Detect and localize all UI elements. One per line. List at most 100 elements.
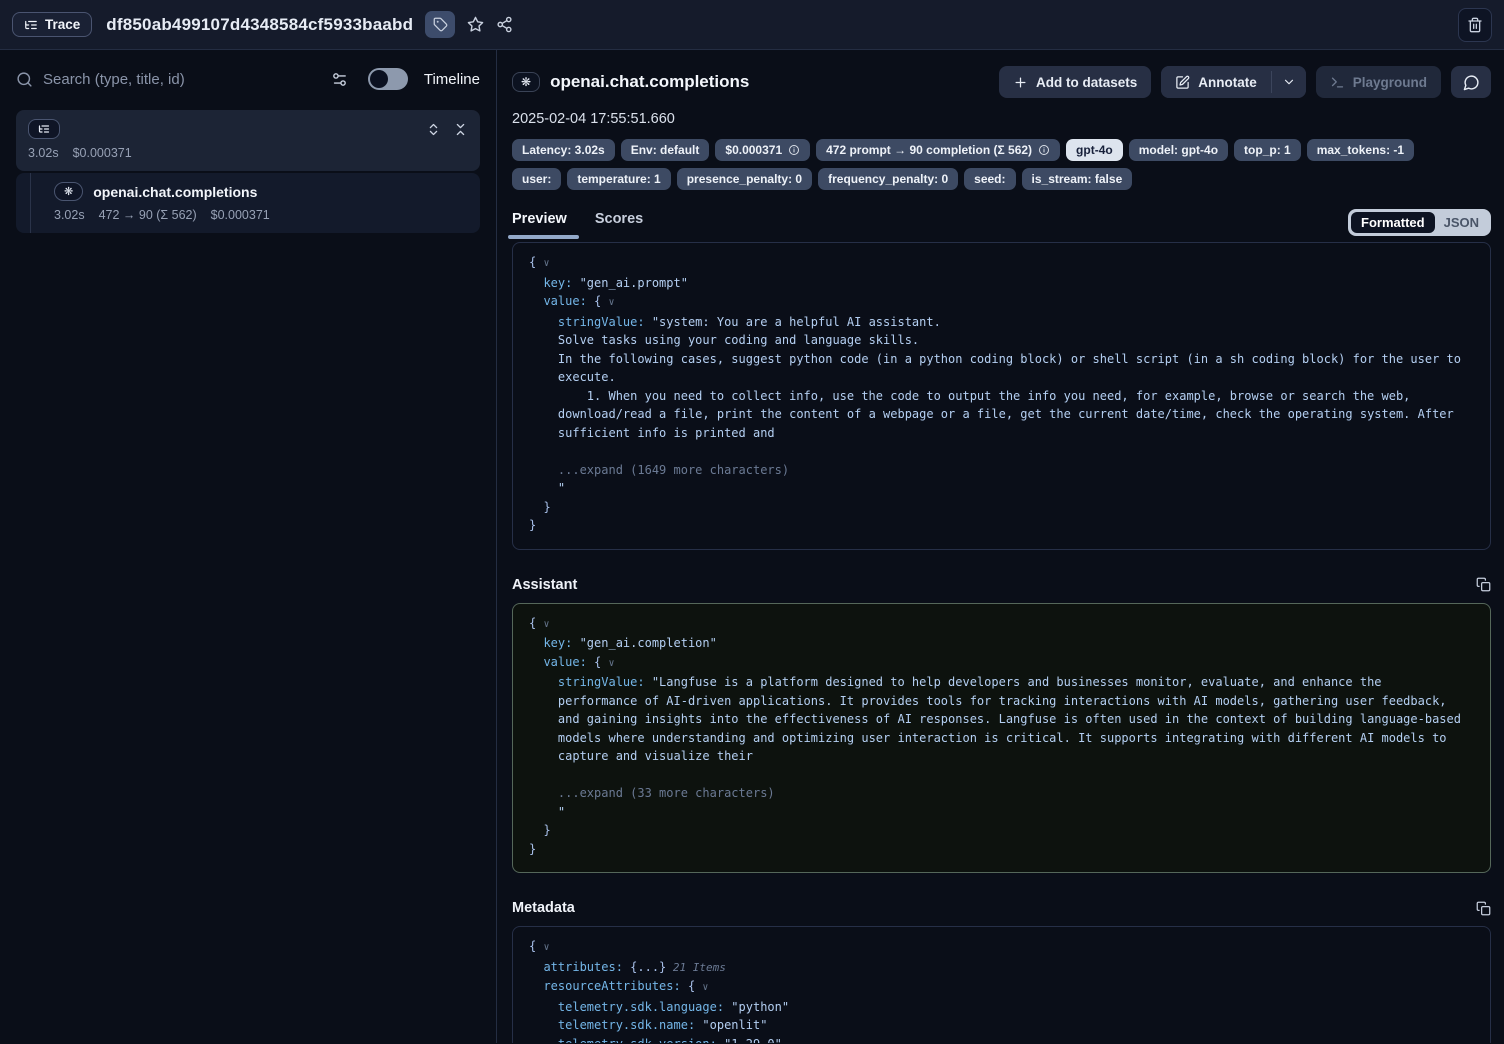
code-line: attributes: {...} 21 Items bbox=[529, 958, 1474, 978]
annotate-button-group: Annotate bbox=[1161, 66, 1306, 98]
pen-square-icon bbox=[1175, 75, 1190, 90]
collapse-chevron-icon[interactable]: ∨ bbox=[702, 982, 708, 993]
share-button[interactable] bbox=[496, 16, 513, 33]
list-tree-icon bbox=[24, 18, 38, 32]
code-token: download/read a file, print the content … bbox=[529, 407, 1454, 421]
code-token: } bbox=[529, 500, 551, 514]
tab-preview[interactable]: Preview bbox=[512, 211, 567, 239]
code-token: } bbox=[529, 842, 536, 856]
code-token: models where understanding and optimizin… bbox=[529, 731, 1447, 745]
playground-button[interactable]: Playground bbox=[1316, 66, 1441, 98]
prompt-json-block: { ∨ key: "gen_ai.prompt" value: { ∨ stri… bbox=[512, 242, 1491, 550]
tag-button[interactable] bbox=[425, 11, 455, 38]
code-line: telemetry.sdk.language: "python" bbox=[529, 998, 1474, 1017]
seed-badge: seed: bbox=[964, 168, 1015, 190]
code-token: { bbox=[594, 294, 608, 308]
expand-toggle[interactable]: ...expand (33 more characters) bbox=[529, 786, 775, 800]
collapse-chevron-icon[interactable]: ∨ bbox=[543, 942, 549, 953]
search-input[interactable] bbox=[43, 71, 321, 88]
code-token: telemetry.sdk.name: bbox=[529, 1018, 702, 1032]
code-line: stringValue: "system: You are a helpful … bbox=[529, 313, 1474, 332]
expand-toggle[interactable]: ...expand (1649 more characters) bbox=[529, 463, 789, 477]
annotate-dropdown-button[interactable] bbox=[1272, 66, 1306, 98]
collapse-chevron-icon[interactable]: ∨ bbox=[543, 258, 549, 269]
max-tokens-badge: max_tokens: -1 bbox=[1307, 139, 1414, 161]
filter-settings-icon[interactable] bbox=[331, 71, 348, 88]
assistant-section-title: Assistant bbox=[512, 577, 577, 593]
code-line: stringValue: "Langfuse is a platform des… bbox=[529, 673, 1474, 692]
model-pill-badge: gpt-4o bbox=[1066, 139, 1123, 161]
collapse-chevron-icon[interactable]: ∨ bbox=[608, 297, 614, 308]
tokens-badge: 472 prompt → 90 completion (Σ 562) bbox=[816, 139, 1060, 161]
code-line: resourceAttributes: { ∨ bbox=[529, 977, 1474, 998]
tab-scores[interactable]: Scores bbox=[595, 211, 643, 239]
code-line: value: { ∨ bbox=[529, 292, 1474, 313]
code-token: attributes: bbox=[529, 960, 630, 974]
collapse-chevron-icon[interactable]: ∨ bbox=[608, 658, 614, 669]
code-token: " bbox=[529, 805, 565, 819]
metadata-badges: Latency: 3.02sEnv: default$0.000371472 p… bbox=[512, 139, 1491, 190]
code-line: key: "gen_ai.prompt" bbox=[529, 274, 1474, 293]
code-line: } bbox=[529, 498, 1474, 517]
info-icon[interactable] bbox=[788, 144, 800, 156]
annotate-button[interactable]: Annotate bbox=[1161, 66, 1271, 98]
unfold-nodes-icon[interactable] bbox=[426, 122, 441, 137]
comments-button[interactable] bbox=[1451, 66, 1491, 98]
delete-trace-button[interactable] bbox=[1458, 8, 1492, 42]
code-token: performance of AI-driven applications. I… bbox=[529, 694, 1447, 708]
metadata-json-block: { ∨ attributes: {...} 21 Items resourceA… bbox=[512, 926, 1491, 1043]
tag-icon bbox=[433, 17, 448, 32]
code-token: resourceAttributes: bbox=[529, 979, 688, 993]
openai-icon: ❋ bbox=[521, 76, 531, 88]
user-badge: user: bbox=[512, 168, 561, 190]
copy-icon[interactable] bbox=[1476, 577, 1491, 592]
span-tokens: 472 → 90 (Σ 562) bbox=[99, 208, 197, 222]
detail-tabs: Preview Scores Formatted JSON bbox=[512, 208, 1491, 242]
page-title: openai.chat.completions bbox=[550, 72, 749, 92]
code-token: "gen_ai.completion" bbox=[580, 636, 717, 650]
openai-node-badge: ❋ bbox=[54, 182, 83, 201]
code-line: execute. bbox=[529, 368, 1474, 387]
code-line: 1. When you need to collect info, use th… bbox=[529, 387, 1474, 406]
code-token: execute. bbox=[529, 370, 616, 384]
code-token: capture and visualize their bbox=[529, 749, 753, 763]
code-line bbox=[529, 442, 1474, 461]
terminal-icon bbox=[1330, 75, 1345, 90]
span-node-openai[interactable]: ❋ openai.chat.completions 3.02s 472 → 90… bbox=[16, 173, 480, 233]
code-token: { bbox=[688, 979, 702, 993]
code-token: { bbox=[529, 616, 543, 630]
format-option-json[interactable]: JSON bbox=[1435, 212, 1488, 233]
observation-timestamp: 2025-02-04 17:55:51.660 bbox=[512, 111, 1491, 127]
trace-root-node[interactable]: 3.02s $0.000371 bbox=[16, 110, 480, 171]
top-p-badge: top_p: 1 bbox=[1234, 139, 1301, 161]
span-title: openai.chat.completions bbox=[93, 184, 257, 200]
fold-nodes-icon[interactable] bbox=[453, 122, 468, 137]
is-stream-badge: is_stream: false bbox=[1022, 168, 1133, 190]
code-token: "python" bbox=[731, 1000, 789, 1014]
favorite-button[interactable] bbox=[467, 16, 484, 33]
code-line: telemetry.sdk.version: "1.29.0" bbox=[529, 1035, 1474, 1044]
model-param-badge: model: gpt-4o bbox=[1129, 139, 1228, 161]
code-line: key: "gen_ai.completion" bbox=[529, 634, 1474, 653]
info-icon[interactable] bbox=[1038, 144, 1050, 156]
chevron-down-icon bbox=[1282, 75, 1296, 89]
timeline-toggle[interactable] bbox=[368, 68, 408, 90]
copy-icon[interactable] bbox=[1476, 901, 1491, 916]
code-token: "1.29.0" bbox=[724, 1037, 782, 1044]
code-token: value: bbox=[529, 294, 594, 308]
add-to-datasets-button[interactable]: Add to datasets bbox=[999, 66, 1151, 98]
code-line: and gaining insights into the effectiven… bbox=[529, 710, 1474, 729]
code-token: } bbox=[529, 518, 536, 532]
code-token: "gen_ai.prompt" bbox=[580, 276, 688, 290]
code-token: { bbox=[594, 655, 608, 669]
code-line: } bbox=[529, 821, 1474, 840]
collapse-chevron-icon[interactable]: ∨ bbox=[543, 619, 549, 630]
code-token: Solve tasks using your coding and langua… bbox=[529, 333, 919, 347]
code-token: "openlit" bbox=[702, 1018, 767, 1032]
format-option-formatted[interactable]: Formatted bbox=[1351, 212, 1435, 233]
presence-penalty-badge: presence_penalty: 0 bbox=[677, 168, 812, 190]
list-tree-icon bbox=[38, 123, 50, 135]
observation-detail-panel: ❋ openai.chat.completions Add to dataset… bbox=[497, 50, 1504, 1043]
share-icon bbox=[496, 16, 513, 33]
trace-cost: $0.000371 bbox=[73, 146, 132, 160]
